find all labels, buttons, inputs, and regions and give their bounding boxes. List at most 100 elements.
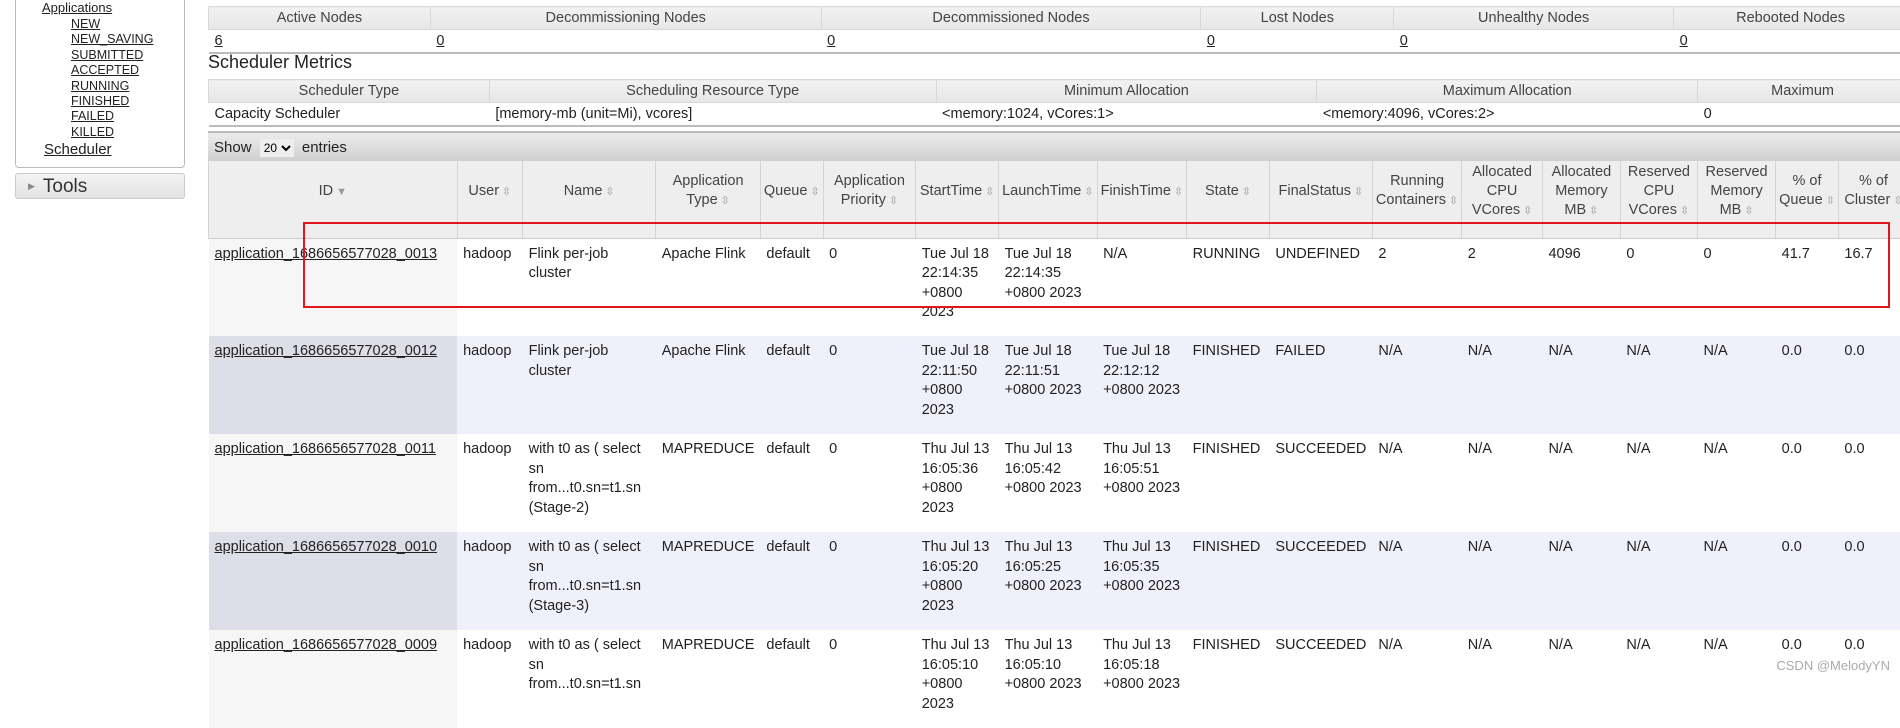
cell-13: N/A [1542,532,1620,630]
column-filter [1269,222,1372,238]
column-header-allocated-memory-mb[interactable]: Allocated Memory MB⇳ [1542,161,1620,222]
column-header-finalstatus[interactable]: FinalStatus⇳ [1269,161,1372,222]
nodes-count-link[interactable]: 0 [1207,33,1215,49]
column-header-name[interactable]: Name⇳ [523,161,656,222]
nav-state-new_saving[interactable]: NEW_SAVING [71,32,153,47]
tools-section-toggle[interactable]: ▶Tools [15,173,185,199]
cell-7: Thu Jul 13 16:05:42 +0800 2023 [999,434,1097,532]
application-id-link[interactable]: application_1686656577028_0013 [215,246,438,262]
column-header-label: Reserved Memory MB [1706,164,1768,218]
nodes-count-link[interactable]: 6 [215,33,223,49]
table-row: application_1686656577028_0013 hadoopFlin… [209,238,1900,336]
cell-15: N/A [1698,532,1776,630]
metrics-header: Minimum Allocation [936,80,1317,103]
cell-11: N/A [1372,532,1461,630]
sidebar: Applications NEWNEW_SAVINGSUBMITTEDACCEP… [0,0,195,681]
cell-9: FINISHED [1187,434,1270,532]
cell-13: N/A [1542,630,1620,728]
nodes-cell: 0 [1394,30,1674,53]
column-header-of-queue[interactable]: % of Queue⇳ [1776,161,1839,222]
column-header-label: Queue [764,183,808,199]
nodes-count-link[interactable]: 0 [436,33,444,49]
column-header-label: Application Type [673,173,744,208]
column-filter [1776,222,1839,238]
column-header-running-containers[interactable]: Running Containers⇳ [1372,161,1461,222]
cell-3: MAPREDUCE [656,630,761,728]
metrics-header: Maximum Allocation [1317,80,1698,103]
nodes-count-link[interactable]: 0 [1400,33,1408,49]
column-header-allocated-cpu-vcores[interactable]: Allocated CPU VCores⇳ [1462,161,1543,222]
show-label: Show [214,139,252,156]
cell-8: Thu Jul 13 16:05:51 +0800 2023 [1097,434,1187,532]
nav-state-finished[interactable]: FINISHED [71,94,129,109]
nodes-cell: 6 [209,30,431,53]
nav-state-killed[interactable]: KILLED [71,125,114,140]
nav-state-new[interactable]: NEW [71,17,100,32]
cell-8: Thu Jul 13 16:05:18 +0800 2023 [1097,630,1187,728]
nav-state-running[interactable]: RUNNING [71,79,129,94]
column-header-application-type[interactable]: Application Type⇳ [656,161,761,222]
column-header-finishtime[interactable]: FinishTime⇳ [1097,161,1187,222]
column-header-user[interactable]: User⇳ [457,161,522,222]
column-filter [916,222,999,238]
cell-15: N/A [1698,336,1776,434]
cell-10: SUCCEEDED [1269,630,1372,728]
nav-state-submitted[interactable]: SUBMITTED [71,48,143,63]
column-filter [209,222,458,238]
application-id-link[interactable]: application_1686656577028_0012 [215,343,438,359]
nodes-count-link[interactable]: 0 [827,33,835,49]
column-header-launchtime[interactable]: LaunchTime⇳ [999,161,1097,222]
cell-1: hadoop [457,532,522,630]
cell-2: Flink per-job cluster [523,238,656,336]
cell-0: application_1686656577028_0012 [209,336,458,434]
cell-1: hadoop [457,630,522,728]
cell-12: 2 [1462,238,1543,336]
nodes-header: Unhealthy Nodes [1394,7,1674,30]
cell-14: N/A [1620,434,1697,532]
nodes-cell: 0 [430,30,821,53]
nav-state-accepted[interactable]: ACCEPTED [71,63,139,78]
column-header-starttime[interactable]: StartTime⇳ [916,161,999,222]
cell-1: hadoop [457,238,522,336]
nav-state-failed[interactable]: FAILED [71,109,114,124]
cell-15: N/A [1698,630,1776,728]
column-filter [1698,222,1776,238]
application-id-link[interactable]: application_1686656577028_0011 [215,441,436,457]
metrics-header: Maximum [1698,80,1900,103]
cell-7: Tue Jul 18 22:14:35 +0800 2023 [999,238,1097,336]
column-header-reserved-memory-mb[interactable]: Reserved Memory MB⇳ [1698,161,1776,222]
cell-4: default [760,336,823,434]
nav-applications[interactable]: Applications [42,0,112,15]
application-id-link[interactable]: application_1686656577028_0009 [215,637,438,653]
cell-11: N/A [1372,434,1461,532]
entries-select[interactable]: 20 [260,139,294,157]
nav-scheduler[interactable]: Scheduler [44,141,112,158]
cell-0: application_1686656577028_0009 [209,630,458,728]
column-header-label: % of Cluster [1844,173,1890,208]
column-filter [1620,222,1697,238]
cell-17: 0.0 [1838,434,1900,532]
column-header-state[interactable]: State⇳ [1187,161,1270,222]
cell-5: 0 [823,434,916,532]
column-header-application-priority[interactable]: Application Priority⇳ [823,161,916,222]
cell-9: RUNNING [1187,238,1270,336]
metrics-cell: <memory:1024, vCores:1> [936,103,1317,126]
column-filter [656,222,761,238]
table-row: application_1686656577028_0010hadoopwith… [209,532,1900,630]
scheduler-metrics-table: Scheduler TypeScheduling Resource TypeMi… [208,79,1900,127]
cell-17: 0.0 [1838,630,1900,728]
cell-7: Thu Jul 13 16:05:25 +0800 2023 [999,532,1097,630]
application-id-link[interactable]: application_1686656577028_0010 [215,539,438,555]
column-header-of-cluster[interactable]: % of Cluster⇳ [1838,161,1900,222]
sort-icon: ⇳ [889,195,898,207]
cell-9: FINISHED [1187,336,1270,434]
column-filter [1187,222,1270,238]
column-header-queue[interactable]: Queue⇳ [760,161,823,222]
sort-icon: ⇳ [1589,205,1598,217]
column-header-id[interactable]: ID▼ [209,161,458,222]
column-header-reserved-cpu-vcores[interactable]: Reserved CPU VCores⇳ [1620,161,1697,222]
cell-16: 0.0 [1776,630,1839,728]
cell-0: application_1686656577028_0011 [209,434,458,532]
sort-icon: ⇳ [605,186,614,198]
nodes-count-link[interactable]: 0 [1680,33,1688,49]
